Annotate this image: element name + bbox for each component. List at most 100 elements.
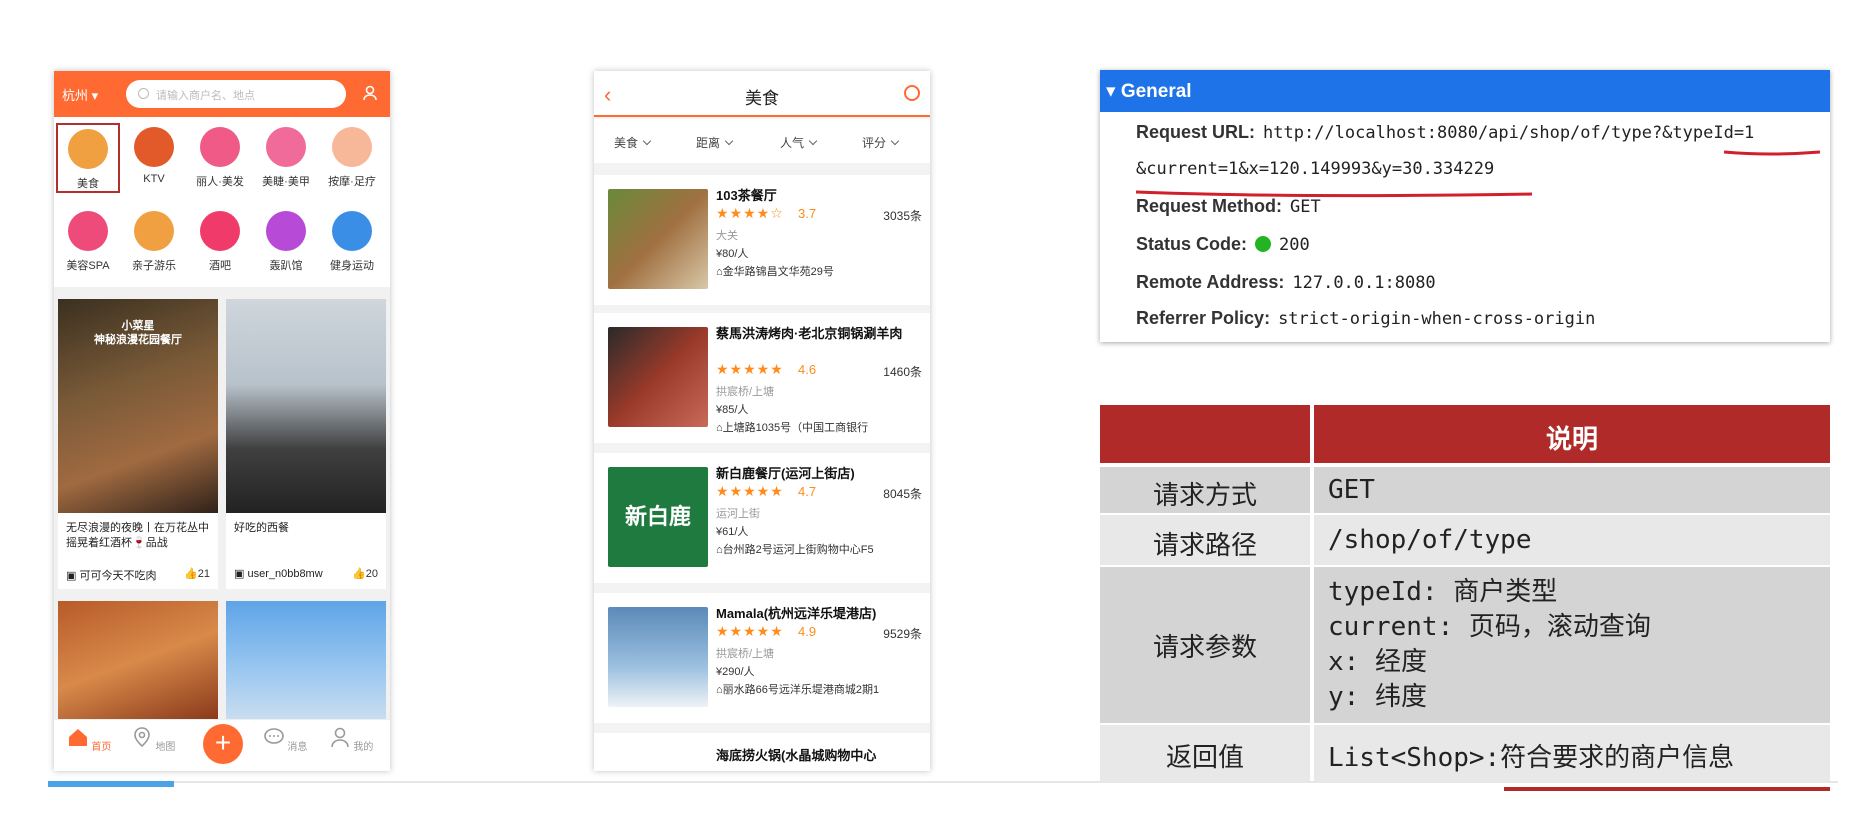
shop-item[interactable]: 蔡馬洪涛烤肉·老北京铜锅涮羊肉 ★★★★★ 4.6 1460条 拱宸桥/上塘 ¥… bbox=[594, 313, 930, 443]
category-lash-nail[interactable]: 美睫·美甲 bbox=[254, 123, 318, 193]
food-icon bbox=[68, 129, 108, 169]
dumbbell-icon bbox=[332, 211, 372, 251]
table-row: 请求参数 typeId: 商户类型 current: 页码，滚动查询 x: 经度… bbox=[1100, 567, 1830, 723]
mask-icon bbox=[266, 211, 306, 251]
search-icon[interactable] bbox=[904, 85, 920, 101]
address-text: 上塘路1035号（中国工商银行 bbox=[722, 422, 869, 434]
api-spec-table: 说明 请求方式 GET 请求路径 /shop/of/type 请求参数 type… bbox=[1100, 405, 1830, 791]
request-method-value: GET bbox=[1290, 197, 1321, 217]
tab-label: 地图 bbox=[155, 742, 176, 753]
param-current: current: 页码，滚动查询 bbox=[1328, 612, 1651, 642]
category-label: 美食 bbox=[77, 178, 99, 190]
foot-icon bbox=[332, 127, 372, 167]
add-button[interactable]: + bbox=[203, 724, 243, 764]
category-party[interactable]: 轰趴馆 bbox=[254, 207, 318, 277]
comment-count: 3035条 bbox=[883, 209, 922, 223]
category-label: KTV bbox=[143, 173, 165, 185]
rating-score: 4.6 bbox=[798, 362, 817, 377]
remote-address-row: Remote Address: 127.0.0.1:8080 bbox=[1136, 272, 1436, 293]
filter-popularity[interactable]: 人气 bbox=[780, 134, 818, 151]
chevron-down-icon bbox=[808, 136, 818, 146]
chevron-down-icon bbox=[642, 136, 652, 146]
category-food[interactable]: 美食 bbox=[56, 123, 120, 193]
filter-distance[interactable]: 距离 bbox=[696, 134, 734, 151]
like-number: 20 bbox=[365, 568, 378, 580]
comment-count: 1460条 bbox=[883, 365, 922, 379]
user-icon[interactable] bbox=[362, 85, 378, 101]
tab-map[interactable]: 地图 bbox=[128, 726, 178, 753]
feed-author: ▣ 可可今天不吃肉 bbox=[66, 570, 157, 582]
category-spa[interactable]: 美容SPA bbox=[56, 207, 120, 277]
shop-item[interactable]: Mamala(杭州远洋乐堤港店) ★★★★★ 4.9 9529条 拱宸桥/上塘 … bbox=[594, 593, 930, 723]
feed-card[interactable] bbox=[226, 601, 386, 719]
tab-home[interactable]: 首页 bbox=[64, 726, 114, 753]
shop-price: ¥61/人 bbox=[716, 526, 749, 538]
child-icon bbox=[134, 211, 174, 251]
like-count[interactable]: 👍21 bbox=[184, 567, 210, 580]
red-underline-annotation bbox=[1723, 150, 1821, 156]
tab-profile[interactable]: 我的 bbox=[326, 726, 376, 753]
shop-address: ⌂金华路锦昌文华苑29号 bbox=[716, 266, 834, 278]
feed-title: 无尽浪漫的夜晚丨在万花丛中摇晃着红酒杯🍷品战 bbox=[66, 522, 209, 549]
search-input[interactable]: 请输入商户名、地点 bbox=[126, 80, 346, 108]
remote-address-value: 127.0.0.1:8080 bbox=[1292, 273, 1436, 293]
rating-stars: ★★★★★ bbox=[716, 623, 784, 639]
shop-image bbox=[608, 189, 708, 289]
category-massage[interactable]: 按摩·足疗 bbox=[320, 123, 384, 193]
microphone-icon bbox=[134, 127, 174, 167]
shop-price: ¥85/人 bbox=[716, 404, 749, 416]
shop-area: 运河上街 bbox=[716, 508, 760, 520]
feed-card[interactable]: 小菜星 神秘浪漫花园餐厅 无尽浪漫的夜晚丨在万花丛中摇晃着红酒杯🍷品战 ▣ 可可… bbox=[58, 299, 218, 589]
table-bottom-accent bbox=[1504, 787, 1830, 791]
filter-rating[interactable]: 评分 bbox=[862, 134, 900, 151]
category-kids[interactable]: 亲子游乐 bbox=[122, 207, 186, 277]
shop-item[interactable]: 103茶餐厅 ★★★★☆ 3.7 3035条 大关 ¥80/人 ⌂金华路锦昌文华… bbox=[594, 175, 930, 305]
hair-icon bbox=[200, 127, 240, 167]
remote-address-label: Remote Address: bbox=[1136, 272, 1285, 292]
shop-address: ⌂上塘路1035号（中国工商银行 bbox=[716, 422, 869, 434]
request-method-row: Request Method: GET bbox=[1136, 196, 1321, 217]
feed-card[interactable]: 好吃的西餐 ▣ user_n0bb8mw 👍20 bbox=[226, 299, 386, 589]
row-key: 返回值 bbox=[1165, 742, 1244, 772]
city-selector[interactable]: 杭州 ▾ bbox=[62, 85, 98, 104]
shop-logo: 新白鹿 bbox=[608, 467, 708, 567]
category-bar[interactable]: 酒吧 bbox=[188, 207, 252, 277]
row-value: GET bbox=[1314, 475, 1830, 505]
category-label: 美睫·美甲 bbox=[262, 176, 310, 188]
param-y: y: 纬度 bbox=[1328, 682, 1427, 712]
feed-title: 好吃的西餐 bbox=[234, 522, 289, 534]
shop-name: 新白鹿餐厅(运河上街店) bbox=[716, 466, 855, 481]
rating-stars: ★★★★☆ bbox=[716, 205, 784, 221]
nail-icon bbox=[266, 127, 306, 167]
category-beauty-hair[interactable]: 丽人·美发 bbox=[188, 123, 252, 193]
table-header: 说明 bbox=[1100, 405, 1830, 463]
category-label: 健身运动 bbox=[330, 260, 374, 272]
shop-item[interactable]: 海底捞火锅(水晶城购物中心 bbox=[594, 733, 930, 771]
general-header[interactable]: ▾ General bbox=[1100, 70, 1830, 112]
shop-name: 蔡馬洪涛烤肉·老北京铜锅涮羊肉 bbox=[716, 326, 903, 341]
page-title: 美食 bbox=[745, 89, 779, 108]
shop-item[interactable]: 新白鹿 新白鹿餐厅(运河上街店) ★★★★★ 4.7 8045条 运河上街 ¥6… bbox=[594, 453, 930, 583]
table-row: 返回值 List<Shop>:符合要求的商户信息 bbox=[1100, 725, 1830, 781]
tab-messages[interactable]: 消息 bbox=[260, 726, 310, 753]
filter-label: 美食 bbox=[614, 136, 639, 150]
shop-name: 海底捞火锅(水晶城购物中心 bbox=[716, 748, 877, 763]
request-url-value: http://localhost:8080/api/shop/of/type?&… bbox=[1263, 123, 1755, 143]
home-header: 杭州 ▾ 请输入商户名、地点 bbox=[54, 71, 390, 117]
row-value: List<Shop>:符合要求的商户信息 bbox=[1328, 743, 1735, 773]
food-list-screen: ‹ 美食 美食 距离 人气 评分 103茶餐厅 ★★★★☆ 3.7 3035条 … bbox=[594, 71, 930, 771]
filter-category[interactable]: 美食 bbox=[614, 134, 652, 151]
category-label: 美容SPA bbox=[66, 260, 110, 272]
chat-icon bbox=[263, 728, 284, 744]
like-count[interactable]: 👍20 bbox=[352, 567, 378, 580]
feed-card[interactable] bbox=[58, 601, 218, 719]
shop-address: ⌂丽水路66号远洋乐堤港商城2期1 bbox=[716, 684, 880, 696]
category-ktv[interactable]: KTV bbox=[122, 123, 186, 193]
category-label: 酒吧 bbox=[209, 260, 231, 272]
category-fitness[interactable]: 健身运动 bbox=[320, 207, 384, 277]
search-icon bbox=[138, 88, 149, 99]
feed-image bbox=[58, 601, 218, 719]
shop-price: ¥80/人 bbox=[716, 248, 749, 260]
filter-label: 评分 bbox=[862, 136, 887, 150]
feed-author: ▣ user_n0bb8mw bbox=[234, 568, 323, 580]
